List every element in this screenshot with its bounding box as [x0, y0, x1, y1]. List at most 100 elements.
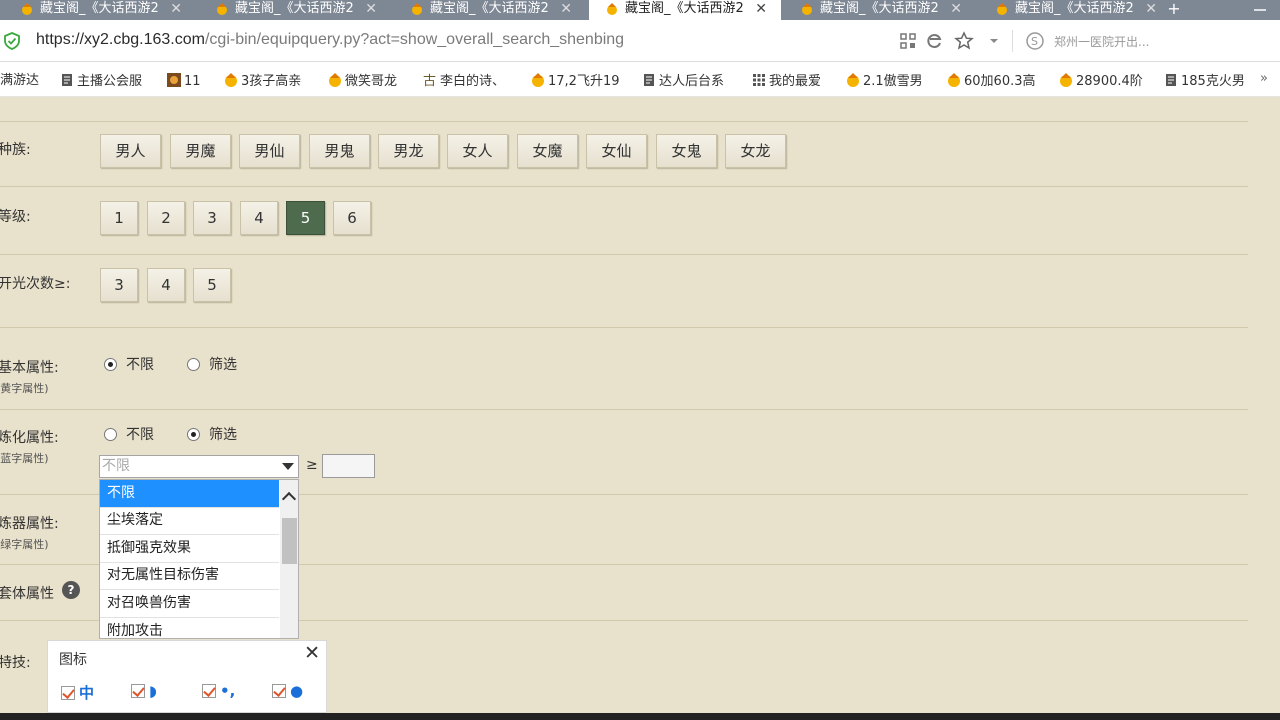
bookmark-item[interactable]: 60加60.3高 — [946, 72, 1036, 90]
bookmark-label: 17,2飞升19 — [548, 74, 620, 89]
refine-attr-radio-filter[interactable]: 筛选 — [187, 426, 237, 444]
ie-compat-icon[interactable] — [925, 31, 945, 51]
level-button[interactable]: 3 — [193, 201, 231, 235]
bookmark-label: 11 — [184, 74, 201, 89]
bookmark-item[interactable]: 主播公会服 — [59, 72, 142, 90]
level-button-selected[interactable]: 5 — [286, 201, 325, 235]
icon-filter-item[interactable]: ● — [272, 682, 303, 700]
basic-attr-radio-filter[interactable]: 筛选 — [187, 356, 237, 374]
race-button[interactable]: 男仙 — [239, 134, 300, 168]
url-field[interactable]: https://xy2.cbg.163.com/cgi-bin/equipque… — [36, 31, 624, 49]
icon-filter-item[interactable]: 中 — [61, 682, 94, 702]
race-button[interactable]: 男鬼 — [309, 134, 370, 168]
bookmark-item[interactable]: 2.1傲雪男 — [845, 72, 923, 90]
tab-close-icon[interactable]: ✕ — [365, 0, 377, 18]
tab-close-icon[interactable]: ✕ — [1145, 0, 1157, 18]
icon-legend-panel: 图标 ✕ 中 ◗ •, ● — [47, 640, 327, 713]
tab-title: 藏宝阁_《大话西游2 — [40, 1, 159, 16]
bookmark-item[interactable]: 微笑哥龙 — [327, 72, 397, 90]
race-button[interactable]: 男魔 — [170, 134, 231, 168]
browser-tab[interactable]: 藏宝阁_《大话西游2 ✕ — [4, 0, 196, 20]
race-button[interactable]: 男人 — [100, 134, 161, 168]
tab-close-icon[interactable]: ✕ — [950, 0, 962, 18]
chevron-down-icon[interactable] — [984, 31, 1004, 51]
bookmark-item[interactable]: 达人后台系 — [641, 72, 724, 90]
bookmarks-more-button[interactable]: » — [1260, 71, 1268, 86]
dropdown-option[interactable]: 附加攻击 — [100, 618, 279, 638]
race-button[interactable]: 女魔 — [517, 134, 578, 168]
checkbox-checked[interactable] — [61, 686, 75, 700]
checkbox-checked[interactable] — [202, 684, 216, 698]
dropdown-option-highlighted[interactable]: 不限 — [100, 480, 279, 508]
refine-attr-select[interactable]: 不限 — [99, 455, 299, 478]
url-host: https://xy2.cbg.163.com — [36, 31, 205, 48]
page-icon — [62, 74, 72, 86]
browser-tab[interactable]: 藏宝阁_《大话西游2 ✕ — [784, 0, 976, 20]
dropdown-option[interactable]: 抵御强克效果 — [100, 535, 279, 563]
separator — [1012, 30, 1013, 52]
bookmark-item[interactable]: 古李白的诗、 — [422, 72, 505, 90]
address-bar: https://xy2.cbg.163.com/cgi-bin/equipque… — [0, 20, 1280, 62]
icon-filter-item[interactable]: ◗ — [131, 682, 157, 700]
chevron-up-icon[interactable] — [281, 491, 297, 507]
basic-attr-radio-unlimited[interactable]: 不限 — [104, 356, 154, 374]
tab-close-icon[interactable]: ✕ — [560, 0, 572, 18]
radio-circle — [104, 428, 117, 441]
page-icon — [644, 74, 654, 86]
scrollbar-thumb[interactable] — [282, 518, 297, 564]
bookmark-item[interactable]: 3孩子高亲 — [223, 72, 301, 90]
level-button[interactable]: 1 — [100, 201, 138, 235]
window-minimize-icon[interactable] — [1240, 3, 1280, 17]
url-path: /cgi-bin/equipquery.py?act=show_overall_… — [204, 31, 625, 48]
bookmark-item[interactable]: 17,2飞升19 — [530, 72, 620, 90]
browser-tab[interactable]: 藏宝阁_《大话西游2 ✕ — [979, 0, 1171, 20]
bookmark-item[interactable]: 我的最爱 — [751, 72, 821, 90]
refine-attr-radio-unlimited[interactable]: 不限 — [104, 426, 154, 444]
divider — [0, 409, 1248, 410]
race-button[interactable]: 女仙 — [586, 134, 647, 168]
page-icon — [1166, 74, 1176, 86]
basic-attr-label: 基本属性: — [0, 360, 59, 376]
star-icon[interactable] — [954, 31, 974, 51]
bookmark-item[interactable]: 满游达 — [0, 72, 39, 90]
security-shield-icon[interactable] — [4, 32, 20, 50]
treasure-icon — [225, 73, 237, 87]
browser-tab[interactable]: 藏宝阁_《大话西游2 ✕ — [199, 0, 391, 20]
race-button[interactable]: 女龙 — [725, 134, 786, 168]
news-ticker[interactable]: 郑州一医院开出... — [1054, 33, 1149, 50]
kaiguang-button[interactable]: 3 — [100, 268, 138, 302]
icon-filter-item[interactable]: •, — [202, 682, 235, 700]
race-button[interactable]: 女人 — [447, 134, 508, 168]
dropdown-option[interactable]: 尘埃落定 — [100, 507, 279, 535]
tab-close-icon[interactable]: ✕ — [170, 0, 182, 18]
bookmark-label: 我的最爱 — [769, 74, 822, 89]
dropdown-option[interactable]: 对无属性目标伤害 — [100, 562, 279, 590]
level-button[interactable]: 6 — [333, 201, 371, 235]
radio-circle — [104, 358, 117, 371]
kaiguang-button[interactable]: 5 — [193, 268, 231, 302]
checkbox-checked[interactable] — [272, 684, 286, 698]
level-button[interactable]: 2 — [147, 201, 185, 235]
tab-title: 藏宝阁_《大话西游2 — [625, 1, 744, 16]
help-icon[interactable]: ? — [62, 581, 80, 599]
search-engine-icon[interactable]: S — [1025, 31, 1045, 51]
close-icon[interactable]: ✕ — [304, 642, 320, 664]
bookmark-label: 主播公会服 — [77, 74, 143, 89]
race-button[interactable]: 女鬼 — [656, 134, 717, 168]
qr-code-icon[interactable] — [898, 31, 918, 51]
checkbox-checked[interactable] — [131, 684, 145, 698]
tab-close-icon[interactable]: ✕ — [755, 0, 767, 18]
dropdown-option[interactable]: 对召唤兽伤害 — [100, 590, 279, 618]
bookmark-item[interactable]: 185克火男 — [1163, 72, 1245, 90]
new-tab-icon[interactable]: + — [1163, 0, 1185, 20]
bookmark-item[interactable]: 11 — [166, 72, 201, 90]
race-button[interactable]: 男龙 — [378, 134, 439, 168]
refine-value-input[interactable] — [322, 454, 375, 478]
level-button[interactable]: 4 — [240, 201, 278, 235]
bookmark-item[interactable]: 28900.4阶 — [1058, 72, 1143, 90]
kaiguang-button[interactable]: 4 — [147, 268, 185, 302]
favicon-icon — [997, 3, 1007, 15]
browser-tab[interactable]: 藏宝阁_《大话西游2 ✕ — [394, 0, 586, 20]
dropdown-scrollbar[interactable] — [280, 480, 298, 638]
browser-tab-active[interactable]: 藏宝阁_《大话西游2 ✕ — [589, 0, 781, 20]
